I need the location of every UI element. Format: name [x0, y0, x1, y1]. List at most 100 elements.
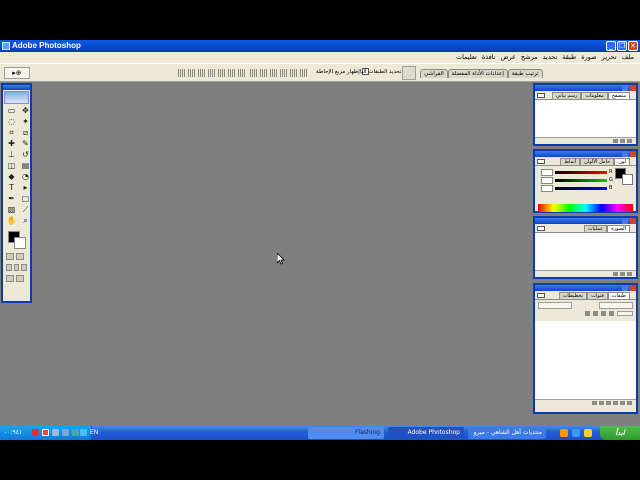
eyedropper-tool-icon[interactable]: ⟋	[19, 205, 32, 215]
history-brush-tool-icon[interactable]: ↺	[19, 150, 32, 160]
shape-tool-icon[interactable]: ▢	[19, 194, 32, 204]
standard-mode-icon[interactable]	[6, 253, 14, 260]
healing-brush-tool-icon[interactable]: ✚	[5, 139, 18, 149]
jump-to-imageready-icon[interactable]	[6, 275, 14, 282]
marquee-tool-icon[interactable]: ▭	[5, 106, 18, 116]
volume-tray-icon[interactable]	[62, 429, 69, 436]
palette-menu-icon[interactable]	[537, 93, 545, 98]
blue-value-field[interactable]	[541, 184, 553, 192]
color-spectrum-bar[interactable]	[538, 204, 633, 212]
palette-menu-icon[interactable]	[537, 159, 545, 164]
opacity-field[interactable]	[599, 302, 633, 309]
tab-histogram[interactable]: رسم بياني	[551, 92, 582, 99]
lock-all-icon[interactable]	[609, 311, 614, 316]
taskbar-button-flashing[interactable]: Flashing	[308, 427, 384, 439]
pen-tool-icon[interactable]: ✒	[5, 194, 18, 204]
adobe-reader-tray-icon[interactable]	[42, 429, 49, 436]
move-tool-icon[interactable]: ✥	[19, 106, 32, 116]
language-indicator[interactable]: EN	[90, 429, 98, 436]
tab-history[interactable]: الصورة	[607, 225, 630, 232]
hand-tool-icon[interactable]: ✋	[5, 216, 18, 226]
menu-filter[interactable]: مرشح	[521, 53, 538, 61]
layers-buttons[interactable]	[535, 399, 636, 406]
tab-brushes[interactable]: الفراشي	[420, 69, 448, 78]
network-tray-icon[interactable]	[52, 429, 59, 436]
restore-button[interactable]: ❐	[617, 41, 627, 51]
menu-view[interactable]: عرض	[501, 53, 516, 61]
menu-edit[interactable]: تحرير	[602, 53, 617, 61]
history-list[interactable]	[535, 233, 636, 270]
palette-menu-icon[interactable]	[537, 226, 545, 231]
taskbar-button-photoshop[interactable]: Adobe Photoshop	[388, 427, 464, 439]
slice-tool-icon[interactable]: ⧄	[19, 128, 32, 138]
zoom-tool-icon[interactable]: ⌕	[19, 216, 32, 226]
menu-file[interactable]: ملف	[622, 53, 634, 61]
tab-tool-presets[interactable]: إعدادات الأداة المفضلة	[447, 69, 508, 78]
tab-layers[interactable]: طبقات	[607, 292, 630, 299]
screen-mode-standard-icon[interactable]	[6, 264, 12, 271]
align-buttons[interactable]	[178, 69, 246, 77]
green-value-field[interactable]	[541, 176, 553, 184]
start-button[interactable]: ابدأ	[600, 426, 640, 440]
red-value-field[interactable]	[541, 168, 553, 176]
minimize-button[interactable]: _	[606, 41, 616, 51]
eraser-tool-icon[interactable]: ◫	[5, 161, 18, 171]
tab-color[interactable]: لون	[614, 158, 630, 165]
lock-pixels-icon[interactable]	[593, 311, 598, 316]
navigator-zoom-controls[interactable]	[535, 137, 636, 144]
quick-mask-mode-icon[interactable]	[16, 253, 24, 260]
color-bg-preview[interactable]	[622, 174, 633, 185]
ie-quicklaunch-icon[interactable]	[572, 429, 580, 437]
palette-well[interactable]	[402, 66, 416, 80]
background-color-swatch[interactable]	[14, 237, 26, 249]
magic-wand-tool-icon[interactable]: ✦	[19, 117, 32, 127]
tab-navigator[interactable]: متصفح	[607, 92, 630, 99]
screen-mode-full-icon[interactable]	[21, 264, 28, 271]
crop-tool-icon[interactable]: ⌗	[5, 128, 18, 138]
palette-menu-icon[interactable]	[537, 293, 545, 298]
tool-preset-picker[interactable]: ▸⊕	[4, 67, 30, 79]
dodge-tool-icon[interactable]: ◔	[19, 172, 32, 182]
navigator-preview[interactable]	[535, 100, 636, 137]
menu-window[interactable]: نافذة	[482, 53, 496, 61]
lock-transparency-icon[interactable]	[585, 311, 590, 316]
tab-actions[interactable]: عمليات	[583, 225, 608, 232]
tab-swatches[interactable]: حامل الألوان	[580, 158, 615, 165]
tab-styles[interactable]: أنماط	[560, 158, 581, 165]
tab-layer-comps[interactable]: ترتيب طبقة	[507, 69, 543, 78]
path-selection-tool-icon[interactable]: ▸	[19, 183, 32, 193]
blend-mode-select[interactable]	[538, 302, 572, 309]
notes-tool-icon[interactable]: ▧	[5, 205, 18, 215]
history-buttons[interactable]	[535, 270, 636, 277]
menu-image[interactable]: صورة	[581, 53, 596, 61]
menu-select[interactable]: تحديد	[543, 53, 558, 61]
tab-info[interactable]: معلومات	[581, 92, 608, 99]
lasso-tool-icon[interactable]: ◌	[5, 117, 18, 127]
brush-tool-icon[interactable]: ✎	[19, 139, 32, 149]
jump-to-checkmark-icon[interactable]	[16, 275, 24, 282]
blue-slider[interactable]: B	[535, 184, 636, 192]
stamp-tool-icon[interactable]: ⊥	[5, 150, 18, 160]
menu-help[interactable]: تعليمات	[456, 53, 477, 61]
screen-mode-full-menu-icon[interactable]	[13, 264, 20, 271]
messenger-tray-icon[interactable]	[72, 429, 79, 436]
antivirus-tray-icon[interactable]	[32, 429, 39, 436]
tab-channels[interactable]: قنوات	[587, 292, 608, 299]
gradient-tool-icon[interactable]: ▤	[19, 161, 32, 171]
taskbar-button-forum[interactable]: منتديات أهل الشاهي - ميرو	[468, 427, 546, 439]
blur-tool-icon[interactable]: ◆	[5, 172, 18, 182]
close-button[interactable]: ✕	[628, 41, 638, 51]
distribute-buttons[interactable]	[250, 69, 308, 77]
toolbox-title-bar[interactable]	[3, 85, 30, 90]
layers-list[interactable]	[535, 321, 636, 399]
folder-quicklaunch-icon[interactable]	[584, 429, 592, 437]
lock-position-icon[interactable]	[601, 311, 606, 316]
menu-layer[interactable]: طبقة	[562, 53, 576, 61]
firefox-quicklaunch-icon[interactable]	[560, 429, 568, 437]
window-title-bar[interactable]: Adobe Photoshop _ ❐ ✕	[0, 40, 640, 52]
connection-tray-icon[interactable]	[80, 429, 87, 436]
type-tool-icon[interactable]: T	[5, 183, 18, 193]
tab-paths[interactable]: تخطيطات	[558, 292, 588, 299]
fill-field[interactable]	[617, 311, 633, 316]
adobe-logo-icon[interactable]	[4, 91, 29, 104]
